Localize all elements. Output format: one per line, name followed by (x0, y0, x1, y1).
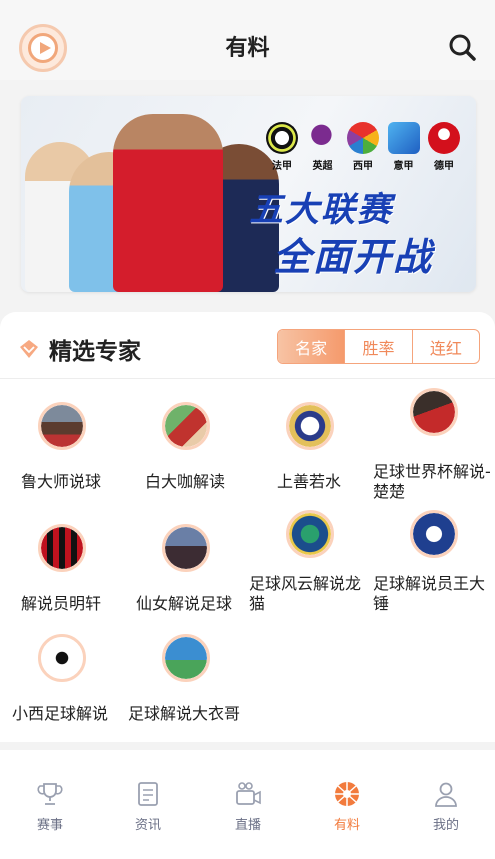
video-camera-icon (236, 782, 261, 805)
avatar (38, 524, 86, 572)
expert-name: 解说员明轩 (21, 594, 102, 613)
expert-name: 足球解说大衣哥 (128, 704, 241, 723)
divider (0, 742, 495, 750)
avatar (410, 388, 458, 436)
league-label: 意甲 (393, 161, 414, 172)
expert-name: 足球解说员王大锤 (373, 574, 486, 613)
league-label: 英超 (312, 161, 333, 172)
expert-name: 鲁大师说球 (21, 472, 102, 491)
top-bar: 有料 (0, 0, 495, 80)
banner-slogan-line1: 五大联赛 (249, 190, 393, 230)
ranking-tabs: 名家 胜率 连红 (277, 329, 480, 364)
avatar (286, 402, 334, 450)
tab-label: 我的 (432, 818, 459, 833)
league-label: 西甲 (353, 161, 373, 172)
page-title: 有料 (225, 36, 270, 61)
news-icon (138, 782, 158, 806)
tab-live[interactable]: 直播 (218, 780, 278, 833)
section-title: 精选专家 (49, 339, 141, 365)
avatar (162, 524, 210, 572)
avatar (38, 634, 86, 682)
premier-league-logo-icon (306, 122, 339, 154)
avatar (286, 510, 334, 558)
trophy-icon (37, 783, 63, 805)
expert-name: 小西足球解说 (12, 704, 109, 723)
featured-experts-panel: 精选专家 名家 胜率 连红 鲁大师说球 白大咖解读 上善若水 足球世界杯解说-楚… (0, 312, 495, 742)
league-list: 法甲 英超 西甲 意甲 德甲 (263, 122, 463, 172)
tab-matches[interactable]: 赛事 (20, 780, 80, 833)
ligue1-logo-icon (266, 122, 298, 154)
league-serie-a: 意甲 (385, 122, 423, 172)
expert-name: 白大咖解读 (145, 472, 226, 491)
tab-insights[interactable]: 有料 (317, 780, 377, 833)
tab-famous[interactable]: 名家 (278, 330, 345, 363)
league-label: 德甲 (434, 161, 454, 172)
league-bundesliga: 德甲 (425, 122, 463, 172)
avatar (410, 510, 458, 558)
tab-label: 资讯 (134, 818, 161, 833)
avatar (38, 402, 86, 450)
football-icon (335, 782, 359, 806)
league-laliga: 西甲 (344, 122, 382, 172)
tab-label: 有料 (333, 818, 360, 833)
league-ligue1: 法甲 (263, 122, 301, 172)
banner-slogan-line2: 全面开战 (273, 235, 434, 279)
tab-streak[interactable]: 连红 (411, 330, 479, 363)
tab-label: 赛事 (36, 818, 63, 833)
laliga-logo-icon (347, 122, 379, 154)
league-premier-league: 英超 (304, 122, 342, 172)
avatar (162, 634, 210, 682)
expert-name: 足球世界杯解说-楚楚 (373, 462, 491, 501)
tab-news[interactable]: 资讯 (118, 780, 178, 833)
tab-win-rate[interactable]: 胜率 (344, 330, 411, 363)
player-image (113, 114, 223, 292)
user-icon (435, 782, 457, 807)
expert-name: 仙女解说足球 (136, 594, 233, 613)
serie-a-logo-icon (387, 122, 420, 154)
section-header: 精选专家 (18, 332, 141, 366)
divider (0, 378, 495, 379)
tab-label: 直播 (234, 818, 261, 833)
diamond-icon (20, 340, 38, 358)
search-icon[interactable] (446, 31, 478, 63)
promo-banner[interactable]: 法甲 英超 西甲 意甲 德甲 五大联赛 全面开战 (21, 96, 476, 292)
bottom-tab-bar: 赛事 资讯 直播 有料 我的 (0, 750, 495, 859)
expert-name: 上善若水 (277, 472, 342, 491)
league-label: 法甲 (272, 161, 292, 172)
bundesliga-logo-icon (428, 122, 460, 154)
expert-name: 足球风云解说龙猫 (249, 574, 362, 613)
tab-profile[interactable]: 我的 (416, 780, 476, 833)
avatar (162, 402, 210, 450)
